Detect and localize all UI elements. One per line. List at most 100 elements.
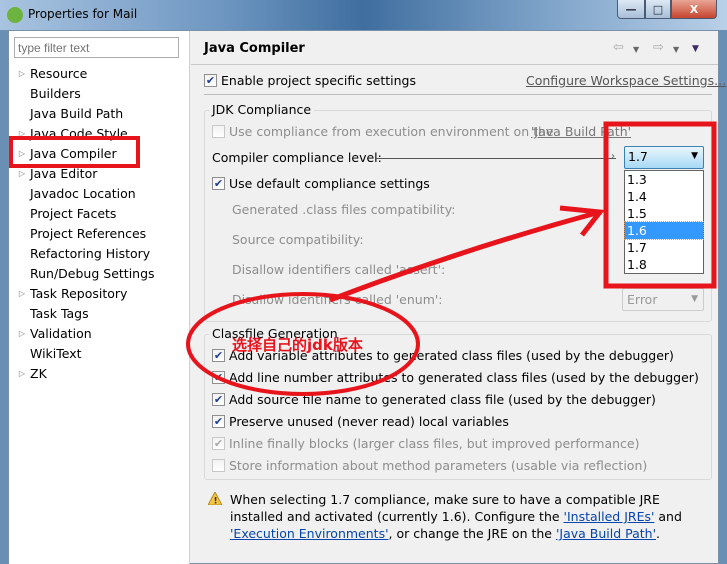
generated-compat-label: Generated .class files compatibility: bbox=[232, 202, 456, 217]
sidebar-item-label: Run/Debug Settings bbox=[30, 265, 155, 281]
sidebar-item[interactable]: ▷ ZK bbox=[14, 363, 47, 383]
sidebar-item[interactable]: Task Tags bbox=[14, 303, 89, 323]
sidebar-item[interactable]: ▷ Java Compiler bbox=[14, 143, 117, 163]
sidebar-item[interactable]: Javadoc Location bbox=[14, 183, 136, 203]
sidebar-item-label: Task Repository bbox=[30, 285, 128, 301]
checkbox-checked-icon: ✔ bbox=[212, 415, 225, 428]
minimize-button[interactable]: — bbox=[617, 0, 645, 19]
option-label: Add source file name to generated class … bbox=[229, 392, 656, 407]
use-default-compliance-checkbox[interactable]: ✔ Use default compliance settings bbox=[212, 176, 430, 191]
forward-menu-icon[interactable]: ▼ bbox=[673, 45, 679, 54]
expand-arrow-icon[interactable]: ▷ bbox=[14, 169, 30, 178]
configure-workspace-link[interactable]: Configure Workspace Settings... bbox=[526, 73, 726, 88]
dropdown-option[interactable]: 1.8 bbox=[625, 256, 703, 273]
enum-select[interactable]: Error ▼ bbox=[622, 288, 704, 311]
classfile-option-checkbox[interactable]: ✔ Add source file name to generated class… bbox=[212, 392, 656, 407]
sidebar-item[interactable]: Java Build Path bbox=[14, 103, 123, 123]
sidebar-item-label: Task Tags bbox=[30, 305, 89, 321]
window-title: Properties for Mail bbox=[28, 7, 138, 21]
selected-value: 1.7 bbox=[628, 149, 648, 164]
expand-arrow-icon[interactable]: ▷ bbox=[14, 369, 30, 378]
checkbox-unchecked-icon bbox=[212, 125, 225, 138]
checkbox-checked-icon: ✔ bbox=[212, 437, 225, 450]
sidebar-item-label: Project References bbox=[30, 225, 147, 241]
header-divider bbox=[191, 64, 718, 65]
close-button[interactable]: X bbox=[671, 0, 717, 19]
compliance-level-label: Compiler compliance level: bbox=[212, 150, 382, 165]
option-label: Preserve unused (never read) local varia… bbox=[229, 414, 509, 429]
sidebar-item[interactable]: ▷ Validation bbox=[14, 323, 92, 343]
sidebar-item-label: WikiText bbox=[30, 345, 82, 361]
warning-text: and bbox=[654, 509, 682, 524]
sidebar-item[interactable]: ▷ Task Repository bbox=[14, 283, 128, 303]
option-label: Store information about method parameter… bbox=[229, 458, 648, 473]
dropdown-option[interactable]: 1.4 bbox=[625, 188, 703, 205]
sidebar-item-label: Project Facets bbox=[30, 205, 117, 221]
back-menu-icon[interactable]: ▼ bbox=[633, 45, 639, 54]
annotation-text: 选择自己的jdk版本 bbox=[232, 336, 363, 354]
installed-jres-link[interactable]: 'Installed JREs' bbox=[564, 509, 655, 524]
arrow-line bbox=[376, 158, 616, 159]
sidebar-item-label: Resource bbox=[30, 65, 88, 81]
sidebar-item[interactable]: Refactoring History bbox=[14, 243, 150, 263]
sidebar-item-label: Java Build Path bbox=[30, 105, 124, 121]
dropdown-option[interactable]: 1.6 bbox=[624, 221, 704, 240]
expand-arrow-icon[interactable]: ▷ bbox=[14, 129, 30, 138]
dropdown-option[interactable]: 1.3 bbox=[625, 171, 703, 188]
classfile-option-checkbox[interactable]: ✔ Preserve unused (never read) local vari… bbox=[212, 414, 509, 429]
warning-message: When selecting 1.7 compliance, make sure… bbox=[230, 491, 712, 542]
sidebar-item[interactable]: Project References bbox=[14, 223, 146, 243]
sidebar-item[interactable]: ▷ Java Editor bbox=[14, 163, 97, 183]
sidebar-item-label: Validation bbox=[30, 325, 92, 341]
view-menu-icon[interactable]: ▼ bbox=[692, 44, 699, 54]
execution-environments-link[interactable]: 'Execution Environments' bbox=[230, 526, 389, 541]
forward-icon[interactable]: ⇨ bbox=[653, 40, 664, 55]
arrow-head-icon: › bbox=[611, 151, 615, 162]
expand-arrow-icon[interactable]: ▷ bbox=[14, 329, 30, 338]
java-build-path-link[interactable]: 'Java Build Path' bbox=[531, 124, 631, 139]
use-ee-label: Use compliance from execution environmen… bbox=[229, 124, 554, 139]
assert-label: Disallow identifiers called 'assert': bbox=[232, 262, 446, 277]
chevron-down-icon: ▼ bbox=[691, 151, 698, 161]
sidebar-item[interactable]: Run/Debug Settings bbox=[14, 263, 155, 283]
maximize-button[interactable]: □ bbox=[645, 0, 671, 19]
filter-input[interactable] bbox=[14, 37, 179, 58]
compliance-level-select[interactable]: 1.7 ▼ bbox=[624, 146, 704, 169]
source-compat-label: Source compatibility: bbox=[232, 232, 364, 247]
checkbox-unchecked-icon bbox=[212, 459, 225, 472]
back-icon[interactable]: ⇦ bbox=[613, 40, 624, 55]
warning-icon: ! bbox=[207, 490, 223, 507]
option-label: Inline finally blocks (larger class file… bbox=[229, 436, 640, 451]
checkbox-checked-icon[interactable]: ✔ bbox=[204, 74, 217, 87]
expand-arrow-icon[interactable]: ▷ bbox=[14, 69, 30, 78]
page-title: Java Compiler bbox=[204, 41, 305, 56]
dropdown-option[interactable]: 1.7 bbox=[625, 239, 703, 256]
java-build-path-link[interactable]: 'Java Build Path' bbox=[556, 526, 656, 541]
sidebar-item-label: Builders bbox=[30, 85, 81, 101]
chevron-down-icon: ▼ bbox=[691, 294, 698, 304]
app-icon bbox=[7, 7, 23, 23]
classfile-option-checkbox[interactable]: Store information about method parameter… bbox=[212, 458, 647, 473]
sidebar-item-label: ZK bbox=[30, 365, 47, 381]
compliance-level-dropdown-list: 1.3 1.4 1.5 1.6 1.7 1.8 bbox=[624, 170, 704, 274]
sidebar-item[interactable]: Builders bbox=[14, 83, 81, 103]
sidebar-item[interactable]: Project Facets bbox=[14, 203, 116, 223]
sidebar-item[interactable]: WikiText bbox=[14, 343, 82, 363]
sidebar-item[interactable]: ▷ Resource bbox=[14, 63, 87, 83]
classfile-option-checkbox[interactable]: ✔ Add line number attributes to generated… bbox=[212, 370, 699, 385]
sidebar-item[interactable]: ▷ Java Code Style bbox=[14, 123, 128, 143]
classfile-option-checkbox[interactable]: ✔ Inline finally blocks (larger class fil… bbox=[212, 436, 640, 451]
dropdown-option[interactable]: 1.5 bbox=[625, 205, 703, 222]
use-ee-compliance-checkbox[interactable]: Use compliance from execution environmen… bbox=[212, 124, 554, 139]
sidebar-item-label: Javadoc Location bbox=[30, 185, 136, 201]
warning-text: . bbox=[656, 526, 661, 541]
expand-arrow-icon[interactable]: ▷ bbox=[14, 289, 30, 298]
enable-label: Enable project specific settings bbox=[221, 73, 416, 88]
expand-arrow-icon[interactable]: ▷ bbox=[14, 149, 30, 158]
jdk-compliance-label: JDK Compliance bbox=[209, 102, 315, 117]
warning-text: , or change the JRE on the bbox=[388, 526, 556, 541]
svg-text:!: ! bbox=[214, 497, 218, 506]
enum-label: Disallow identifiers called 'enum': bbox=[232, 292, 443, 307]
enable-project-settings-checkbox[interactable]: ✔ Enable project specific settings bbox=[204, 73, 416, 88]
sidebar-item-label: Java Code Style bbox=[30, 125, 128, 141]
